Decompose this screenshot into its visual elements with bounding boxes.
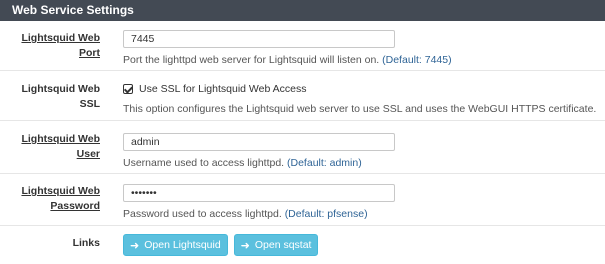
web-password-help: Password used to access lighttpd. (Defau…	[123, 208, 591, 220]
web-port-help-text: Port the lighttpd web server for Lightsq…	[123, 54, 380, 66]
web-ssl-help: This option configures the Lightsquid we…	[123, 103, 597, 115]
row-web-ssl: Lightsquid Web SSL Use SSL for Lightsqui…	[0, 71, 605, 121]
open-sqstat-label: Open sqstat	[254, 239, 312, 251]
web-user-help: Username used to access lighttpd. (Defau…	[123, 157, 591, 169]
web-user-field-group: Username used to access lighttpd. (Defau…	[123, 133, 591, 169]
web-port-field-group: Port the lighttpd web server for Lightsq…	[123, 30, 591, 66]
web-port-default: (Default: 7445)	[382, 54, 452, 66]
web-user-input[interactable]	[123, 133, 395, 151]
row-web-password: Lightsquid Web Password Password used to…	[0, 174, 605, 226]
web-service-settings-panel: Web Service Settings Lightsquid Web Port…	[0, 0, 605, 264]
web-password-input[interactable]	[123, 184, 395, 202]
open-sqstat-button[interactable]: ➜ Open sqstat	[233, 234, 319, 256]
panel-title: Web Service Settings	[0, 0, 605, 21]
web-port-input[interactable]	[123, 30, 395, 48]
web-user-help-text: Username used to access lighttpd.	[123, 157, 285, 169]
web-user-label-line1: Lightsquid Web	[21, 133, 100, 145]
web-password-label[interactable]: Lightsquid Web Password	[0, 184, 100, 214]
open-lightsquid-button[interactable]: ➜ Open Lightsquid	[123, 234, 228, 256]
web-password-help-text: Password used to access lighttpd.	[123, 208, 282, 220]
sign-in-icon: ➜	[240, 239, 250, 252]
web-ssl-checkbox-label[interactable]: Use SSL for Lightsquid Web Access	[139, 83, 307, 95]
row-links: Links ➜ Open Lightsquid ➜ Open sqstat	[0, 226, 605, 264]
web-port-help: Port the lighttpd web server for Lightsq…	[123, 54, 591, 66]
row-web-port: Lightsquid Web Port Port the lighttpd we…	[0, 21, 605, 71]
web-password-label-line1: Lightsquid Web	[21, 185, 100, 197]
web-password-default: (Default: pfsense)	[284, 208, 368, 220]
sign-in-icon: ➜	[130, 239, 140, 252]
web-password-label-line2: Password	[50, 200, 100, 212]
links-label: Links	[72, 237, 100, 249]
open-lightsquid-label: Open Lightsquid	[144, 239, 221, 251]
web-user-label-line2: User	[76, 148, 100, 160]
row-web-user: Lightsquid Web User Username used to acc…	[0, 121, 605, 174]
web-port-label[interactable]: Lightsquid Web Port	[0, 31, 100, 61]
web-user-default: (Default: admin)	[287, 157, 362, 169]
web-ssl-label: Lightsquid Web SSL	[21, 83, 100, 110]
web-password-field-group: Password used to access lighttpd. (Defau…	[123, 184, 591, 220]
web-ssl-field-group: Use SSL for Lightsquid Web Access This o…	[123, 83, 597, 115]
web-user-label[interactable]: Lightsquid Web User	[0, 132, 100, 162]
web-ssl-checkbox[interactable]	[123, 84, 133, 94]
web-ssl-check[interactable]: Use SSL for Lightsquid Web Access	[123, 83, 591, 95]
links-field-group: ➜ Open Lightsquid ➜ Open sqstat	[123, 234, 591, 256]
